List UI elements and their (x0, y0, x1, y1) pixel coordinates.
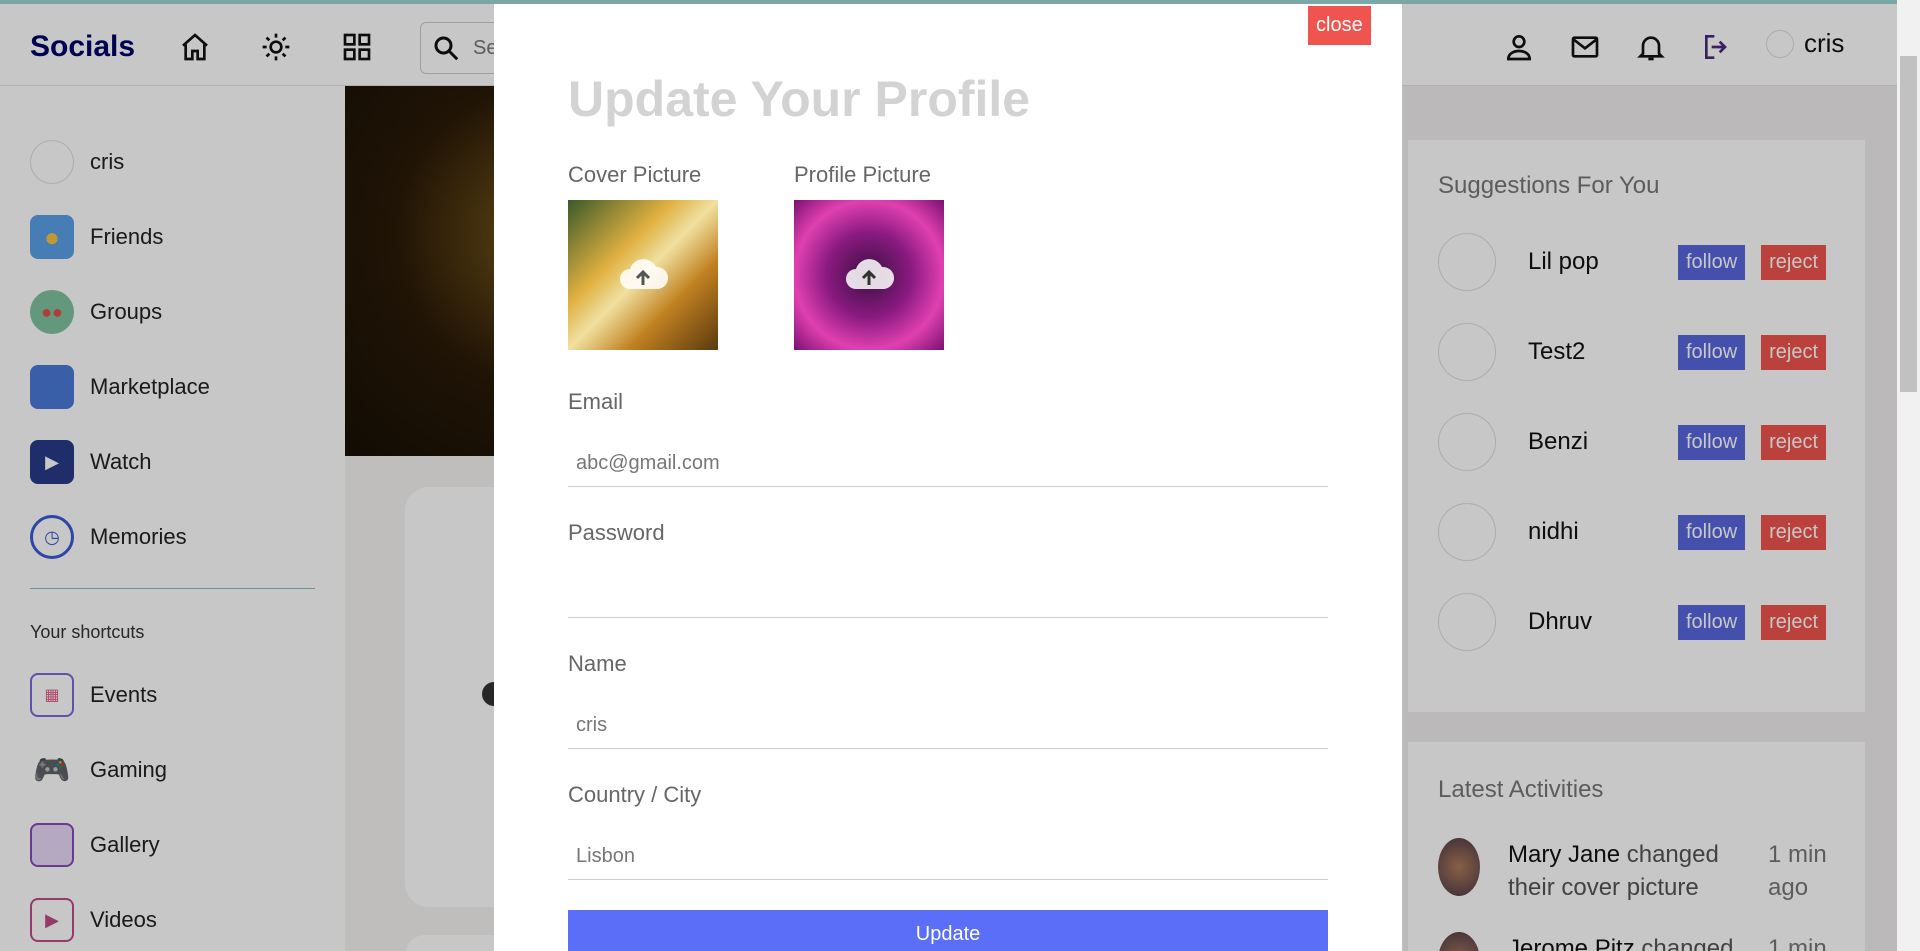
email-field[interactable] (568, 441, 1328, 487)
cloud-upload-icon (846, 259, 894, 289)
password-label: Password (568, 520, 665, 545)
update-button[interactable]: Update (568, 910, 1328, 951)
email-label: Email (568, 389, 624, 414)
update-profile-modal: close Update Your Profile Cover Picture … (494, 4, 1402, 951)
password-field[interactable] (568, 572, 1328, 618)
city-field[interactable] (568, 834, 1328, 880)
cover-picture-upload[interactable] (568, 200, 718, 350)
profile-picture-label: Profile Picture (794, 162, 931, 187)
name-label: Name (568, 651, 627, 676)
name-field[interactable] (568, 703, 1328, 749)
cover-picture-label: Cover Picture (568, 162, 702, 187)
close-button[interactable]: close (1308, 6, 1371, 45)
profile-picture-upload[interactable] (794, 200, 944, 350)
modal-title: Update Your Profile (568, 71, 1031, 127)
cloud-upload-icon (620, 259, 668, 289)
city-label: Country / City (568, 782, 702, 807)
scrollbar-thumb[interactable] (1900, 56, 1917, 392)
